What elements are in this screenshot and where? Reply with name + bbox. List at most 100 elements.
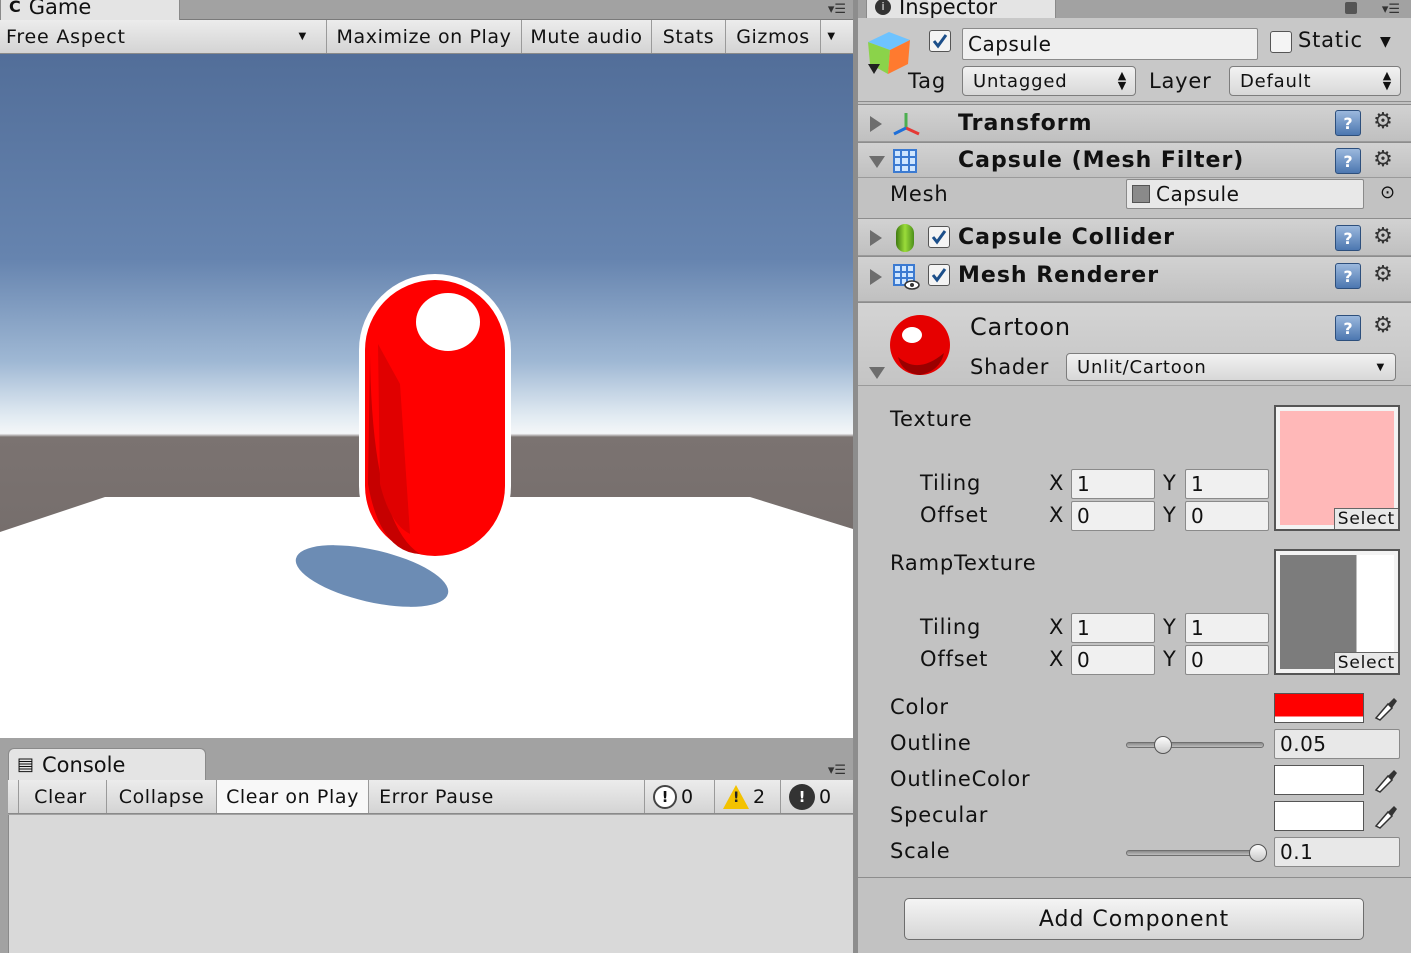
scale-value-field[interactable]: 0.1 bbox=[1274, 837, 1400, 867]
foldout-collapsed-icon[interactable] bbox=[870, 269, 882, 285]
mesh-renderer-header[interactable]: Mesh Renderer ? ⚙ bbox=[858, 256, 1411, 302]
error-pause-button[interactable]: Error Pause bbox=[368, 780, 504, 813]
gizmos-button[interactable]: Gizmos bbox=[725, 20, 820, 53]
ramp-select-button[interactable]: Select bbox=[1333, 652, 1398, 673]
outline-value-field[interactable]: 0.05 bbox=[1274, 729, 1400, 759]
gear-icon[interactable]: ⚙ bbox=[1370, 109, 1396, 135]
texture-select-button[interactable]: Select bbox=[1333, 508, 1398, 529]
chevron-down-icon: ▼ bbox=[298, 31, 307, 42]
color-label: Color bbox=[890, 695, 949, 719]
game-panel-menu-icon[interactable]: ▾☰ bbox=[820, 3, 846, 17]
ramp-tiling-y-field[interactable]: 1 bbox=[1185, 613, 1269, 643]
capsule-collider-icon bbox=[896, 224, 914, 252]
foldout-expanded-icon[interactable] bbox=[869, 367, 885, 379]
gear-icon[interactable]: ⚙ bbox=[1370, 262, 1396, 288]
ramp-offset-x-field[interactable]: 0 bbox=[1071, 645, 1155, 675]
game-toolbar: Free Aspect ▼ Maximize on Play Mute audi… bbox=[0, 20, 853, 54]
tag-dropdown[interactable]: Untagged ▲ ▼ bbox=[962, 66, 1136, 96]
scale-slider-track[interactable] bbox=[1126, 850, 1264, 856]
add-component-button[interactable]: Add Component bbox=[904, 898, 1364, 940]
tag-value: Untagged bbox=[973, 70, 1068, 92]
error-count-toggle[interactable]: ! 0 bbox=[780, 780, 846, 813]
foldout-collapsed-icon[interactable] bbox=[870, 116, 882, 132]
ramp-tiling-x-field[interactable]: 1 bbox=[1071, 613, 1155, 643]
mesh-asset-icon bbox=[1132, 185, 1150, 203]
static-dropdown-icon[interactable]: ▼ bbox=[1380, 34, 1391, 50]
capsule-collider-header[interactable]: Capsule Collider ? ⚙ bbox=[858, 218, 1411, 256]
gear-icon[interactable]: ⚙ bbox=[1370, 147, 1396, 173]
object-name-field[interactable]: Capsule bbox=[962, 28, 1258, 60]
console-tab-label: Console bbox=[42, 752, 126, 777]
lock-icon[interactable] bbox=[1345, 2, 1357, 14]
outline-slider-track[interactable] bbox=[1126, 742, 1264, 748]
help-icon[interactable]: ? bbox=[1335, 315, 1361, 341]
eyedropper-icon[interactable] bbox=[1372, 694, 1398, 722]
help-icon[interactable]: ? bbox=[1335, 148, 1361, 174]
scale-slider-thumb[interactable] bbox=[1249, 844, 1268, 862]
chevron-down-icon: ▼ bbox=[1376, 361, 1385, 373]
ramp-texture-label: RampTexture bbox=[890, 551, 1037, 575]
help-icon[interactable]: ? bbox=[1335, 110, 1361, 136]
texture-offset-label: Offset bbox=[920, 503, 989, 527]
info-icon: i bbox=[875, 0, 891, 15]
warning-count-toggle[interactable]: ! 2 bbox=[714, 780, 780, 813]
mesh-filter-header[interactable]: Capsule (Mesh Filter) ? ⚙ bbox=[858, 142, 1411, 178]
game-tab[interactable]: C Game bbox=[0, 0, 180, 20]
static-checkbox[interactable] bbox=[1270, 31, 1292, 53]
collapse-button[interactable]: Collapse bbox=[106, 780, 216, 813]
transform-axes-icon bbox=[893, 113, 920, 136]
material-header[interactable]: Cartoon ? ⚙ Shader Unlit/Cartoon ▼ bbox=[858, 302, 1411, 386]
renderer-enabled-checkbox[interactable] bbox=[928, 264, 950, 286]
help-icon[interactable]: ? bbox=[1335, 263, 1361, 289]
clear-on-play-button[interactable]: Clear on Play bbox=[216, 780, 368, 813]
gear-icon[interactable]: ⚙ bbox=[1370, 224, 1396, 250]
gizmos-dropdown-icon[interactable]: ▼ bbox=[820, 20, 842, 53]
foldout-collapsed-icon[interactable] bbox=[870, 230, 882, 246]
aspect-dropdown[interactable]: Free Aspect ▼ bbox=[0, 20, 315, 53]
outline-color-swatch[interactable] bbox=[1274, 765, 1364, 795]
eyedropper-icon[interactable] bbox=[1372, 766, 1398, 794]
transform-header[interactable]: Transform ? ⚙ bbox=[858, 104, 1411, 142]
info-count-toggle[interactable]: ! 0 bbox=[644, 780, 714, 813]
ramp-offset-y-field[interactable]: 0 bbox=[1185, 645, 1269, 675]
mesh-renderer-title: Mesh Renderer bbox=[958, 263, 1160, 288]
specular-swatch[interactable] bbox=[1274, 801, 1364, 831]
updown-arrows-icon: ▲ ▼ bbox=[1382, 69, 1392, 92]
outline-slider-thumb[interactable] bbox=[1154, 736, 1173, 754]
mute-audio-button[interactable]: Mute audio bbox=[521, 20, 651, 53]
mesh-object-field[interactable]: Capsule bbox=[1126, 179, 1364, 209]
outline-label: Outline bbox=[890, 731, 972, 755]
inspector-tab[interactable]: i Inspector bbox=[866, 0, 1056, 20]
x-label: X bbox=[1049, 615, 1065, 639]
texture-slot[interactable]: Select bbox=[1274, 405, 1400, 531]
y-label: Y bbox=[1163, 647, 1177, 671]
color-swatch[interactable] bbox=[1274, 693, 1364, 723]
foldout-expanded-icon[interactable] bbox=[869, 156, 885, 168]
console-panel-menu-icon[interactable]: ▾☰ bbox=[820, 764, 846, 778]
shader-dropdown[interactable]: Unlit/Cartoon ▼ bbox=[1066, 353, 1396, 381]
clear-button[interactable]: Clear bbox=[18, 780, 102, 813]
texture-tiling-x-field[interactable]: 1 bbox=[1071, 469, 1155, 499]
eyedropper-icon[interactable] bbox=[1372, 802, 1398, 830]
texture-tiling-y-field[interactable]: 1 bbox=[1185, 469, 1269, 499]
collider-enabled-checkbox[interactable] bbox=[928, 226, 950, 248]
inspector-panel-menu-icon[interactable]: ▾☰ bbox=[1374, 3, 1400, 17]
aspect-label: Free Aspect bbox=[6, 25, 126, 48]
gear-icon[interactable]: ⚙ bbox=[1370, 313, 1396, 339]
object-picker-icon[interactable]: ⊙ bbox=[1380, 182, 1395, 203]
layer-dropdown[interactable]: Default ▲ ▼ bbox=[1229, 66, 1401, 96]
warning-icon: ! bbox=[723, 784, 749, 809]
console-icon: ▤ bbox=[17, 754, 35, 775]
game-viewport[interactable] bbox=[0, 54, 853, 738]
maximize-on-play-button[interactable]: Maximize on Play bbox=[326, 20, 521, 53]
stats-button[interactable]: Stats bbox=[651, 20, 725, 53]
texture-offset-y-field[interactable]: 0 bbox=[1185, 501, 1269, 531]
console-tab[interactable]: ▤ Console bbox=[8, 748, 206, 780]
info-count: 0 bbox=[681, 785, 694, 808]
active-checkbox[interactable] bbox=[929, 30, 951, 52]
help-icon[interactable]: ? bbox=[1335, 225, 1361, 251]
texture-offset-x-field[interactable]: 0 bbox=[1071, 501, 1155, 531]
ramp-texture-slot[interactable]: Select bbox=[1274, 549, 1400, 675]
mesh-label: Mesh bbox=[890, 182, 949, 206]
console-log-area[interactable] bbox=[8, 815, 853, 953]
